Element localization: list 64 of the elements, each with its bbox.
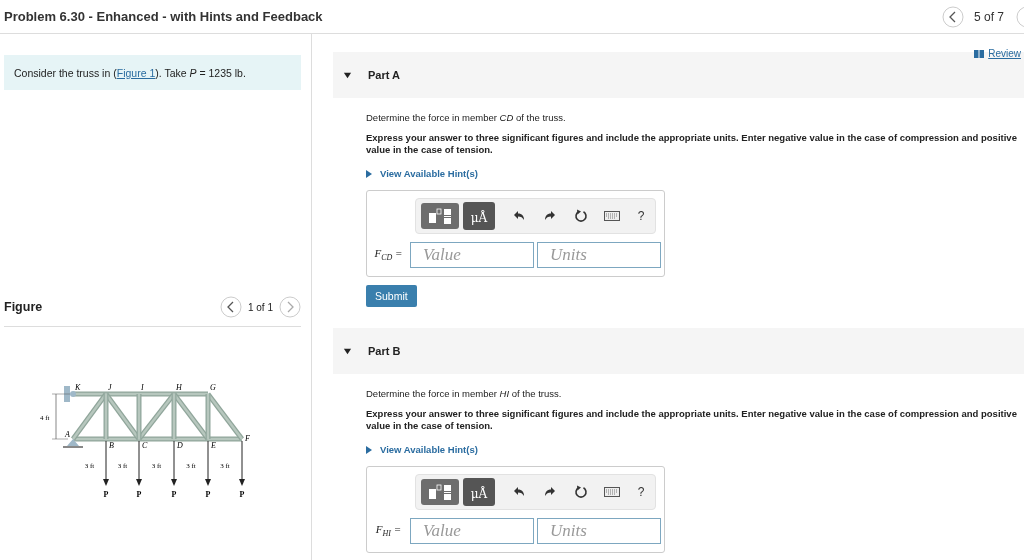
undo-icon xyxy=(512,211,525,221)
review-link[interactable]: Review xyxy=(974,48,1021,59)
help-button[interactable]: ? xyxy=(627,479,655,505)
problem-position: 5 of 7 xyxy=(973,9,1004,24)
load-label: P xyxy=(205,490,211,499)
node-label: K xyxy=(75,383,81,392)
help-button[interactable]: ? xyxy=(627,203,655,229)
dimension-line xyxy=(51,393,71,440)
node-label: E xyxy=(211,441,216,450)
load-arrow xyxy=(171,440,177,486)
node-label: D xyxy=(177,441,183,450)
answer-label: F$_{CD}$ = xyxy=(373,247,404,263)
load-label: P xyxy=(239,490,245,499)
collapse-icon[interactable] xyxy=(343,346,352,356)
node-label: I xyxy=(141,383,144,392)
hints-toggle[interactable]: View Available Hint(s) xyxy=(366,168,478,179)
reset-icon xyxy=(573,485,588,499)
units-button[interactable]: μÅ xyxy=(463,478,495,506)
load-label: P xyxy=(103,490,109,499)
redo-icon xyxy=(543,487,556,497)
load-label: P xyxy=(171,490,177,499)
instructions-text: Express your answer to three significant figures and include the appropriate units. Enter negative value in the case of compression and positive value in the case of tension. xyxy=(366,408,1018,432)
keyboard-icon xyxy=(603,487,620,497)
submit-button[interactable]: Submit xyxy=(366,285,417,307)
reset-icon xyxy=(573,209,588,223)
figure-pager: 1 of 1 xyxy=(247,301,273,313)
undo-icon xyxy=(512,487,525,497)
template-icon xyxy=(428,484,452,500)
value-field[interactable]: Value xyxy=(410,518,534,544)
node-label: H xyxy=(176,383,182,392)
units-button[interactable]: μÅ xyxy=(463,202,495,230)
caret-icon xyxy=(366,445,372,454)
question-text: Determine the force in member CD of the truss. xyxy=(366,112,567,123)
keyboard-icon xyxy=(603,211,620,221)
node-label: G xyxy=(210,383,216,392)
book-icon xyxy=(974,49,985,58)
node-label: C xyxy=(142,441,148,450)
answer-label: F$_{HI}$ = xyxy=(374,523,403,539)
node-label: F xyxy=(245,434,250,443)
units-field[interactable]: Units xyxy=(537,242,661,268)
template-button[interactable] xyxy=(421,479,459,505)
template-button[interactable] xyxy=(421,203,459,229)
problem-statement: Consider the truss in (Figure 1). Take P = 1235 lb. xyxy=(14,66,246,79)
template-icon xyxy=(428,208,452,224)
redo-icon xyxy=(543,211,556,221)
instructions-text: Express your answer to three significant figures and include the appropriate units. Enter negative value in the case of compression and positive value in the case of tension. xyxy=(366,132,1018,156)
node-label: B xyxy=(109,441,114,450)
hints-toggle[interactable]: View Available Hint(s) xyxy=(366,444,478,455)
node-label: A xyxy=(65,430,70,439)
load-arrow xyxy=(103,440,109,486)
figure-heading: Figure xyxy=(4,300,44,314)
collapse-icon[interactable] xyxy=(343,70,352,80)
caret-icon xyxy=(366,169,372,178)
question-text: Determine the force in member HI of the truss. xyxy=(366,388,563,399)
load-arrow xyxy=(205,440,211,486)
node-label: J xyxy=(108,383,112,392)
problem-title: Problem 6.30 - Enhanced - with Hints and Feedback xyxy=(4,9,324,24)
load-arrow xyxy=(239,440,245,486)
load-arrow xyxy=(136,440,142,486)
part-title: Part A xyxy=(368,69,400,81)
part-title: Part B xyxy=(368,345,401,357)
value-field[interactable]: Value xyxy=(410,242,534,268)
units-field[interactable]: Units xyxy=(537,518,661,544)
load-label: P xyxy=(136,490,142,499)
